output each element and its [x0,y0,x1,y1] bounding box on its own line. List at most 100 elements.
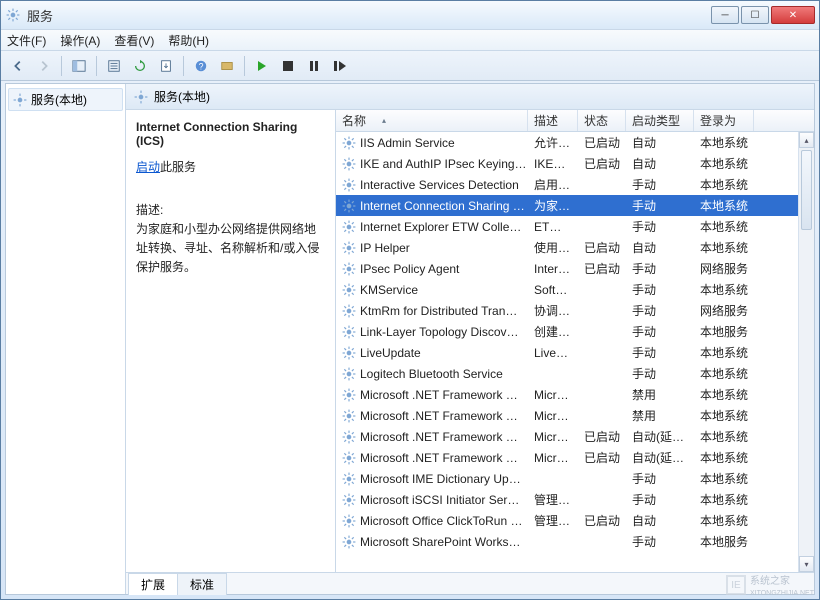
restart-service-button[interactable] [329,55,351,77]
service-row[interactable]: Microsoft .NET Framework …Micr…已启动自动(延迟…… [336,426,814,447]
cell-logon: 本地系统 [694,449,754,466]
help-button[interactable]: ? [190,55,212,77]
watermark-sub: XITONGZHIJIA.NET [750,590,814,597]
minimize-button[interactable]: ─ [711,6,739,24]
cell-name: Microsoft .NET Framework … [336,451,528,465]
service-row[interactable]: Microsoft SharePoint Works…手动本地服务 [336,531,814,552]
cell-startup: 手动 [626,323,694,340]
service-row[interactable]: LiveUpdateLive…手动本地系统 [336,342,814,363]
cell-name: Microsoft .NET Framework … [336,430,528,444]
menu-action[interactable]: 操作(A) [60,32,100,49]
service-row[interactable]: Interactive Services Detection启用…手动本地系统 [336,174,814,195]
service-row[interactable]: Microsoft .NET Framework …Micr…已启动自动(延迟…… [336,447,814,468]
cell-logon: 本地系统 [694,365,754,382]
close-button[interactable]: ✕ [771,6,815,24]
gear-icon [342,367,356,381]
back-button[interactable] [7,55,29,77]
scroll-thumb[interactable] [801,150,812,230]
cell-name: Internet Connection Sharing … [336,199,528,213]
cell-logon: 本地系统 [694,218,754,235]
titlebar[interactable]: 服务 ─ ☐ ✕ [1,1,819,29]
service-row[interactable]: KMServiceSoft…手动本地系统 [336,279,814,300]
menu-view[interactable]: 查看(V) [114,32,154,49]
maximize-button[interactable]: ☐ [741,6,769,24]
cell-name: Microsoft iSCSI Initiator Ser… [336,493,528,507]
export-button[interactable] [155,55,177,77]
column-desc[interactable]: 描述 [528,110,578,131]
cell-name: Link-Layer Topology Discov… [336,325,528,339]
cell-logon: 本地系统 [694,134,754,151]
properties-button[interactable] [103,55,125,77]
cell-name: Microsoft IME Dictionary Up… [336,472,528,486]
pause-service-button[interactable] [303,55,325,77]
service-row[interactable]: IPsec Policy AgentInter…已启动手动网络服务 [336,258,814,279]
scroll-down-button[interactable]: ▾ [799,556,814,572]
service-row[interactable]: Microsoft Office ClickToRun …管理…已启动自动本地系… [336,510,814,531]
start-service-button[interactable] [251,55,273,77]
column-name[interactable]: 名称 [336,110,528,131]
menu-help[interactable]: 帮助(H) [168,32,209,49]
cell-startup: 手动 [626,344,694,361]
cell-status: 已启动 [578,428,626,445]
cell-logon: 本地系统 [694,344,754,361]
service-row[interactable]: IKE and AuthIP IPsec Keying…IKEE…已启动自动本地… [336,153,814,174]
tree-pane[interactable]: 服务(本地) [6,84,126,594]
cell-desc: Micr… [528,451,578,465]
column-startup[interactable]: 启动类型 [626,110,694,131]
cell-name: Microsoft Office ClickToRun … [336,514,528,528]
service-row[interactable]: Internet Connection Sharing …为家…手动本地系统 [336,195,814,216]
gear-icon [342,199,356,213]
cell-name: IPsec Policy Agent [336,262,528,276]
gear-icon [342,430,356,444]
service-row[interactable]: Microsoft IME Dictionary Up…手动本地系统 [336,468,814,489]
tab-extended[interactable]: 扩展 [128,573,178,595]
forward-button[interactable] [33,55,55,77]
cell-desc: 为家… [528,197,578,214]
refresh-button[interactable] [129,55,151,77]
cell-logon: 本地系统 [694,176,754,193]
gear-icon [342,409,356,423]
cell-status: 已启动 [578,449,626,466]
service-row[interactable]: KtmRm for Distributed Tran…协调…手动网络服务 [336,300,814,321]
cell-desc: ETW… [528,220,578,234]
start-service-link[interactable]: 启动 [136,160,160,174]
column-status[interactable]: 状态 [578,110,626,131]
stop-service-button[interactable] [277,55,299,77]
gear-icon [342,346,356,360]
cell-logon: 本地系统 [694,239,754,256]
scroll-up-button[interactable]: ▴ [799,132,814,148]
cell-name: KMService [336,283,528,297]
service-row[interactable]: IIS Admin Service允许…已启动自动本地系统 [336,132,814,153]
gear-icon [342,262,356,276]
service-list[interactable]: IIS Admin Service允许…已启动自动本地系统IKE and Aut… [336,132,814,572]
gear-icon [342,178,356,192]
cell-desc: 创建… [528,323,578,340]
service-row[interactable]: Logitech Bluetooth Service手动本地系统 [336,363,814,384]
gear-icon [342,304,356,318]
service-row[interactable]: Microsoft .NET Framework …Micr…禁用本地系统 [336,384,814,405]
toolbar-icon[interactable] [216,55,238,77]
cell-startup: 自动 [626,155,694,172]
service-row[interactable]: Microsoft iSCSI Initiator Ser…管理…手动本地系统 [336,489,814,510]
gear-icon [134,90,148,104]
service-row[interactable]: Link-Layer Topology Discov…创建…手动本地服务 [336,321,814,342]
cell-logon: 本地系统 [694,407,754,424]
service-row[interactable]: Internet Explorer ETW Colle…ETW…手动本地系统 [336,216,814,237]
service-row[interactable]: IP Helper使用…已启动自动本地系统 [336,237,814,258]
cell-name: IP Helper [336,241,528,255]
cell-desc: 允许… [528,134,578,151]
service-row[interactable]: Microsoft .NET Framework …Micr…禁用本地系统 [336,405,814,426]
view-tabs: 扩展 标准 IE 系统之家 XITONGZHIJIA.NET [126,572,814,594]
cell-logon: 网络服务 [694,260,754,277]
cell-startup: 自动 [626,239,694,256]
tab-standard[interactable]: 标准 [177,573,227,595]
cell-startup: 手动 [626,176,694,193]
menu-file[interactable]: 文件(F) [7,32,46,49]
cell-startup: 手动 [626,197,694,214]
vertical-scrollbar[interactable]: ▴ ▾ [798,132,814,572]
watermark: IE 系统之家 XITONGZHIJIA.NET [726,572,814,598]
tree-root-item[interactable]: 服务(本地) [8,88,123,111]
column-logon[interactable]: 登录为 [694,110,754,131]
cell-startup: 手动 [626,533,694,550]
show-hide-tree-button[interactable] [68,55,90,77]
